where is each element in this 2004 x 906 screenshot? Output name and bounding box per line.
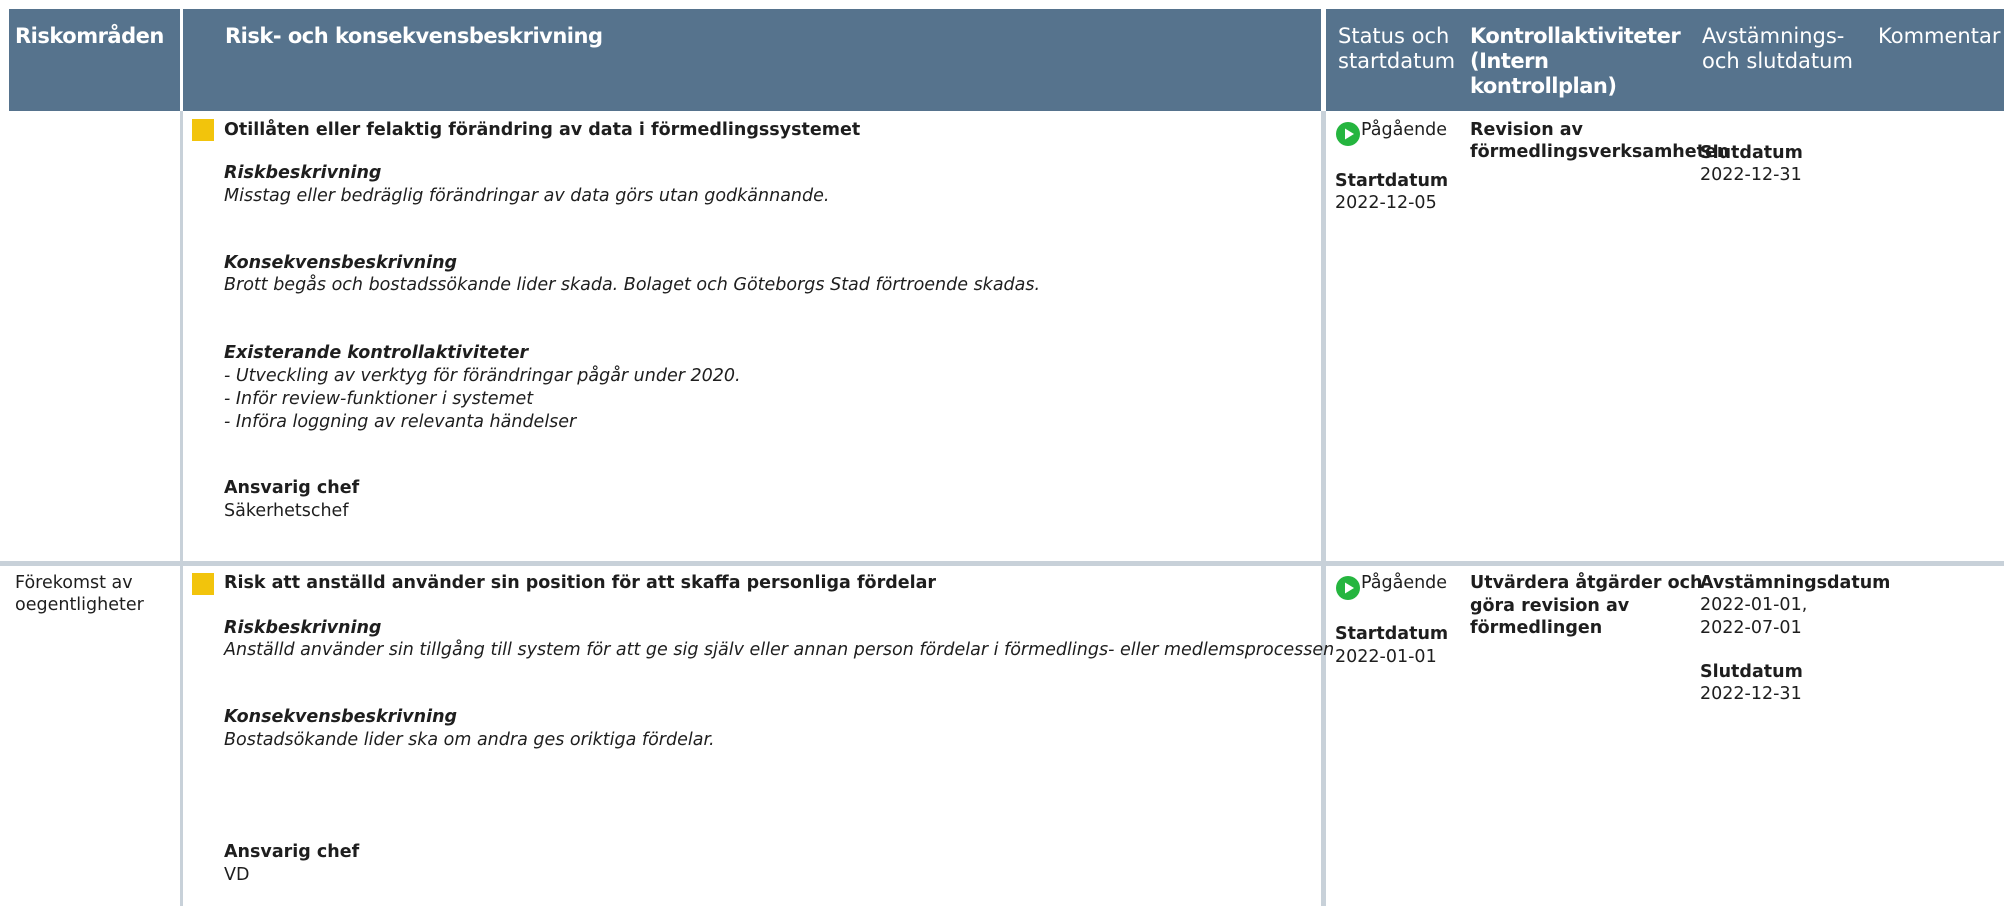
square-flag-icon (192, 119, 214, 141)
risk-text: Misstag eller bedräglig förändringar av … (224, 186, 830, 206)
control-activity-line: Revision av (1470, 120, 1583, 140)
start-date-value: 2022-12-05 (1335, 193, 1437, 213)
start-date-label: Startdatum (1335, 171, 1449, 191)
responsible-heading: Ansvarig chef (224, 478, 360, 498)
risk-title: Otillåten eller felaktig förändring av d… (224, 120, 861, 140)
risk-title: Risk att anställd använder sin position … (224, 573, 937, 593)
end-date-value: 2022-12-31 (1700, 165, 1802, 185)
start-date-label: Startdatum (1335, 624, 1449, 644)
start-date-value: 2022-01-01 (1335, 647, 1437, 667)
consequence-heading: Konsekvensbeskrivning (224, 253, 458, 273)
header-kommentar: Kommentar (1878, 24, 2001, 48)
column-divider-1 (180, 111, 183, 906)
risk-area-line: oegentligheter (15, 595, 144, 615)
responsible-value: VD (224, 865, 250, 885)
consequence-heading: Konsekvensbeskrivning (224, 707, 458, 727)
play-circle-icon (1336, 576, 1360, 600)
header-kontroll-line3: kontrollplan) (1470, 74, 1617, 98)
end-date-label: Slutdatum (1700, 143, 1803, 163)
header-kontroll-line2: (Intern (1470, 49, 1549, 73)
existing-controls-heading: Existerande kontrollaktiviteter (224, 343, 529, 363)
reconciliation-date-value: 2022-01-01, (1700, 595, 1808, 615)
end-date-value: 2022-12-31 (1700, 684, 1802, 704)
risk-area-line: Förekomst av (15, 573, 133, 593)
control-activity-line: förmedlingsverksamheten (1470, 142, 1730, 162)
existing-control-item: - Införa loggning av relevanta händelser (224, 412, 577, 432)
status-value: Pågående (1361, 573, 1448, 593)
header-cell-riskomraden: Riskområden (9, 9, 180, 111)
reconciliation-date-value: 2022-07-01 (1700, 618, 1802, 638)
end-date-label: Slutdatum (1700, 662, 1803, 682)
control-activity-line: göra revision av (1470, 596, 1630, 616)
consequence-text: Bostadsökande lider ska om andra ges ori… (224, 730, 715, 750)
consequence-text: Brott begås och bostadssökande lider ska… (224, 275, 1041, 295)
header-riskomraden: Riskområden (15, 24, 164, 48)
status-value: Pågående (1361, 120, 1448, 140)
header-kontroll-line1: Kontrollaktiviteter (1470, 24, 1681, 48)
column-divider-2 (1321, 111, 1326, 906)
responsible-value: Säkerhetschef (224, 501, 349, 521)
header-avst-line2: och slutdatum (1702, 49, 1853, 73)
table-header: Riskområden Risk- och konsekvensbeskrivn… (0, 9, 2004, 111)
control-activity-line: Utvärdera åtgärder och (1470, 573, 1703, 593)
play-circle-icon (1336, 122, 1360, 146)
header-cell-beskrivning: Risk- och konsekvensbeskrivning (183, 9, 1321, 111)
risk-heading: Riskbeskrivning (224, 163, 382, 183)
header-avst-line1: Avstämnings- (1702, 24, 1845, 48)
row-divider (0, 561, 2004, 566)
square-flag-icon (192, 573, 214, 595)
responsible-heading: Ansvarig chef (224, 842, 360, 862)
header-status-line1: Status och (1338, 24, 1450, 48)
control-activity-line: förmedlingen (1470, 618, 1603, 638)
risk-heading: Riskbeskrivning (224, 618, 382, 638)
existing-control-item: - Utveckling av verktyg för förändringar… (224, 366, 741, 386)
header-cell-right: Status och startdatum Kontrollaktivitete… (1326, 9, 2004, 111)
risk-text: Anställd använder sin tillgång till syst… (224, 640, 1335, 660)
header-status-line2: startdatum (1338, 49, 1456, 73)
header-beskrivning: Risk- och konsekvensbeskrivning (225, 24, 603, 48)
reconciliation-date-label: Avstämningsdatum (1700, 573, 1891, 593)
existing-control-item: - Inför review-funktioner i systemet (224, 389, 534, 409)
